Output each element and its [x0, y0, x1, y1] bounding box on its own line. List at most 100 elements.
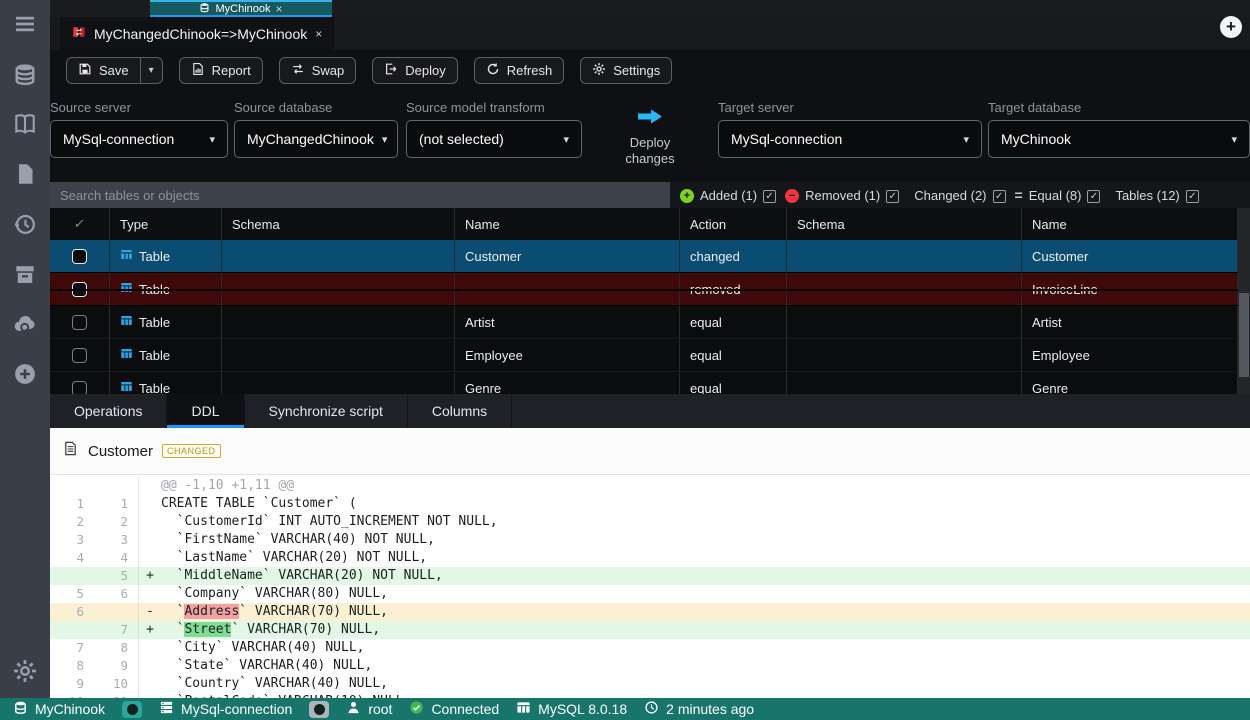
table-row[interactable]: TableGenreequalGenre [50, 372, 1238, 394]
book-icon[interactable] [12, 111, 38, 137]
filter-removed[interactable]: −Removed (1)✓ [785, 187, 899, 203]
table-row[interactable]: TableCustomerchangedCustomer [50, 240, 1238, 273]
source-server-select[interactable]: MySql-connection▾ [50, 120, 228, 158]
filter-checkbox[interactable]: ✓ [1087, 187, 1100, 203]
diff-line-text: `City` VARCHAR(40) NULL, [161, 639, 365, 657]
save-button[interactable]: Save▾ [66, 57, 163, 84]
target-name-cell: Customer [1022, 240, 1238, 272]
filter-changed[interactable]: Changed (2)✓ [908, 187, 1005, 203]
floppy-icon [78, 62, 92, 79]
table-icon [120, 347, 139, 363]
filter-tables[interactable]: Tables (12)✓ [1109, 187, 1198, 203]
filter-checkbox[interactable]: ✓ [763, 187, 776, 203]
gear-icon [592, 62, 606, 79]
close-icon[interactable]: × [315, 28, 322, 40]
grid-header-name: Name [1022, 208, 1238, 240]
target-database-select[interactable]: MyChinook▾ [988, 120, 1250, 158]
swap-button[interactable]: Swap [279, 57, 357, 84]
status-driver-badge-gray-icon [309, 701, 329, 718]
source-transform-select[interactable]: (not selected)▾ [406, 120, 582, 158]
diff-text-pre: `LastName` VARCHAR(20) NOT NULL, [161, 550, 427, 565]
row-checkbox[interactable] [72, 249, 87, 264]
action-cell: equal [680, 372, 787, 394]
grid-scrollbar-thumb[interactable] [1239, 293, 1249, 377]
tab-synchronize-script[interactable]: Synchronize script [245, 394, 408, 428]
tab-columns[interactable]: Columns [408, 394, 512, 428]
settings-button[interactable]: Settings [580, 57, 672, 84]
old-line-number: 5 [50, 585, 94, 603]
deploy-button[interactable]: Deploy [372, 57, 457, 84]
cloud-search-icon[interactable] [12, 311, 38, 337]
target-name-cell: Artist [1022, 306, 1238, 338]
filter-checkbox[interactable]: ✓ [886, 187, 899, 203]
old-line-number: 8 [50, 657, 94, 675]
schema-compare-app: MyChinook × MyChangedChinook=>MyChinook … [0, 0, 1250, 720]
archive-icon[interactable] [12, 261, 38, 287]
main-area: MyChinook × MyChangedChinook=>MyChinook … [50, 0, 1250, 698]
source-database-select[interactable]: MyChangedChinook▾ [234, 120, 398, 158]
add-circle-icon[interactable] [12, 361, 38, 387]
table-row[interactable]: TableEmployeeequalEmployee [50, 339, 1238, 372]
tab-connection[interactable]: MyChinook × [150, 0, 332, 17]
filter-checkbox[interactable]: ✓ [993, 187, 1006, 203]
deploy-direction-label: Deploy changes [610, 135, 690, 167]
table-row[interactable]: TableArtistequalArtist [50, 306, 1238, 339]
type-cell: Table [110, 273, 222, 305]
diff-marker: + [139, 567, 161, 585]
grid-scrollbar[interactable] [1238, 208, 1250, 394]
row-checkbox[interactable] [72, 315, 87, 330]
type-cell: Table [110, 306, 222, 338]
old-line-number [50, 621, 94, 639]
search-input[interactable] [50, 182, 670, 208]
filter-equal[interactable]: =Equal (8)✓ [1015, 187, 1101, 203]
menu-icon[interactable] [12, 11, 38, 37]
table-icon [120, 248, 139, 264]
diff-marker [139, 513, 161, 531]
driver-badge-teal-icon [122, 701, 142, 718]
history-icon[interactable] [12, 211, 38, 237]
comparison-grid: ✓TypeSchemaNameActionSchemaName TableCus… [50, 208, 1250, 394]
tab-schema-compare[interactable]: MyChangedChinook=>MyChinook × [60, 17, 334, 50]
tab-schema-compare-label: MyChangedChinook=>MyChinook [94, 26, 307, 42]
database-stack-icon[interactable] [12, 61, 38, 87]
old-line-number: 4 [50, 549, 94, 567]
diff-text-pre: `City` VARCHAR(40) NULL, [161, 640, 365, 655]
save-options-caret[interactable]: ▾ [140, 58, 162, 83]
tab-label: Synchronize script [269, 403, 383, 419]
table-row[interactable]: TableremovedInvoiceLine [50, 273, 1238, 306]
old-line-number [50, 567, 94, 585]
refresh-button-label: Refresh [507, 63, 553, 78]
column-label: Schema [232, 217, 280, 232]
report-button[interactable]: Report [179, 57, 263, 84]
refresh-button[interactable]: Refresh [474, 57, 565, 84]
new-tab-button[interactable]: + [1220, 16, 1242, 38]
row-checkbox[interactable] [72, 381, 87, 395]
target-server-value: MySql-connection [731, 131, 842, 147]
equal-icon: = [1015, 187, 1023, 203]
diff-word-highlight: Address [184, 604, 239, 619]
filter-checkbox[interactable]: ✓ [1186, 187, 1199, 203]
app-sidebar [0, 0, 50, 698]
target-schema-cell [787, 339, 1022, 371]
diff-text-pre: ` [161, 622, 184, 637]
row-checkbox[interactable] [72, 348, 87, 363]
tab-ddl[interactable]: DDL [167, 394, 244, 428]
close-icon[interactable]: × [276, 3, 283, 15]
diff-line: 7+ `Street` VARCHAR(70) NULL, [50, 621, 1250, 639]
schema-cell [222, 240, 455, 272]
diff-line-text: `State` VARCHAR(40) NULL, [161, 657, 372, 675]
ddl-diff-viewer[interactable]: @@ -1,10 +1,11 @@11CREATE TABLE `Custome… [50, 475, 1250, 698]
file-icon[interactable] [12, 161, 38, 187]
target-server-select[interactable]: MySql-connection▾ [718, 120, 982, 158]
grid-header-schema: Schema [222, 208, 455, 240]
gear-icon[interactable] [12, 658, 38, 684]
user-icon [346, 700, 361, 718]
filter-added[interactable]: +Added (1)✓ [680, 187, 776, 203]
tab-operations[interactable]: Operations [50, 394, 167, 428]
diff-text-pre: ` [161, 604, 184, 619]
status-label: MyChinook [35, 701, 105, 717]
status-label: Connected [431, 701, 499, 717]
ddl-object-name: Customer [88, 443, 153, 460]
row-checkbox[interactable] [72, 282, 87, 297]
status-label: MySql-connection [181, 701, 292, 717]
